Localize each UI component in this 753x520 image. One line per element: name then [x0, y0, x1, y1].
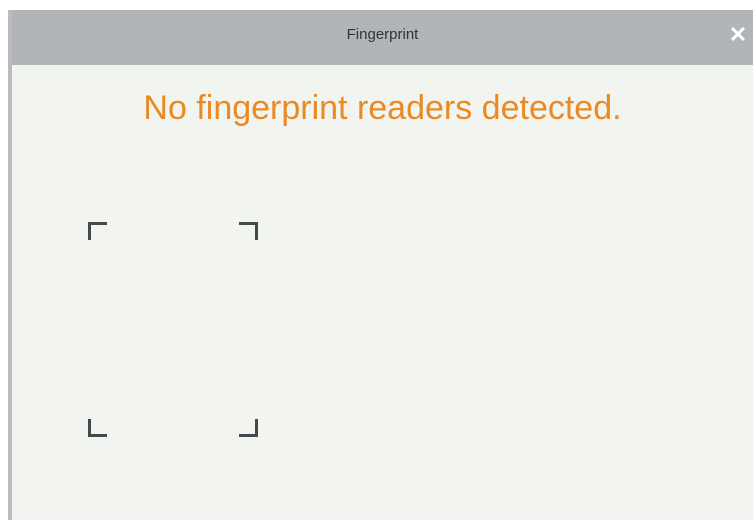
status-message: No fingerprint readers detected. [143, 89, 622, 127]
fingerprint-scan-frame [88, 222, 258, 437]
close-icon[interactable]: ✕ [727, 24, 749, 46]
scan-corner-bottom-right-icon [239, 419, 258, 437]
scan-corner-top-left-icon [88, 222, 107, 240]
dialog-title: Fingerprint [346, 26, 419, 43]
fingerprint-dialog: Fingerprint ✕ No fingerprint readers det… [8, 10, 753, 520]
scan-corner-top-right-icon [239, 222, 258, 240]
dialog-titlebar: Fingerprint ✕ [12, 10, 753, 65]
scan-corner-bottom-left-icon [88, 419, 107, 437]
